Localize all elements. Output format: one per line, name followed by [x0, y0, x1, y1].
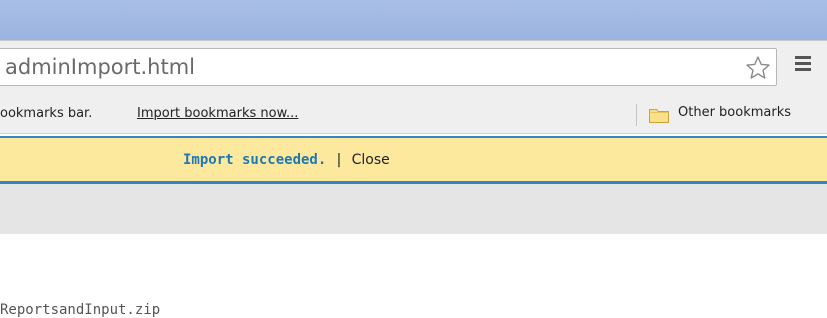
close-infobar-link[interactable]: Close	[352, 152, 390, 168]
browser-toolbar: adminImport.html	[0, 40, 827, 97]
folder-icon	[649, 109, 669, 123]
import-status-message: Import succeeded.	[183, 152, 327, 168]
bookmarks-bar: ookmarks bar. Import bookmarks now... Ot…	[0, 97, 827, 134]
menu-icon[interactable]	[793, 54, 813, 72]
other-bookmarks-label: Other bookmarks	[678, 105, 792, 120]
bookmarks-separator	[636, 104, 637, 126]
bookmarks-prompt-text: ookmarks bar.	[0, 106, 93, 121]
star-icon[interactable]	[744, 54, 772, 82]
infobar-separator: |	[334, 152, 344, 168]
address-bar[interactable]: adminImport.html	[0, 48, 777, 86]
import-infobar: Import succeeded. | Close	[0, 136, 827, 184]
import-bookmarks-link[interactable]: Import bookmarks now...	[137, 106, 298, 121]
url-text[interactable]: adminImport.html	[5, 55, 195, 79]
content-header-band	[0, 184, 827, 234]
window-titlebar	[0, 0, 827, 40]
